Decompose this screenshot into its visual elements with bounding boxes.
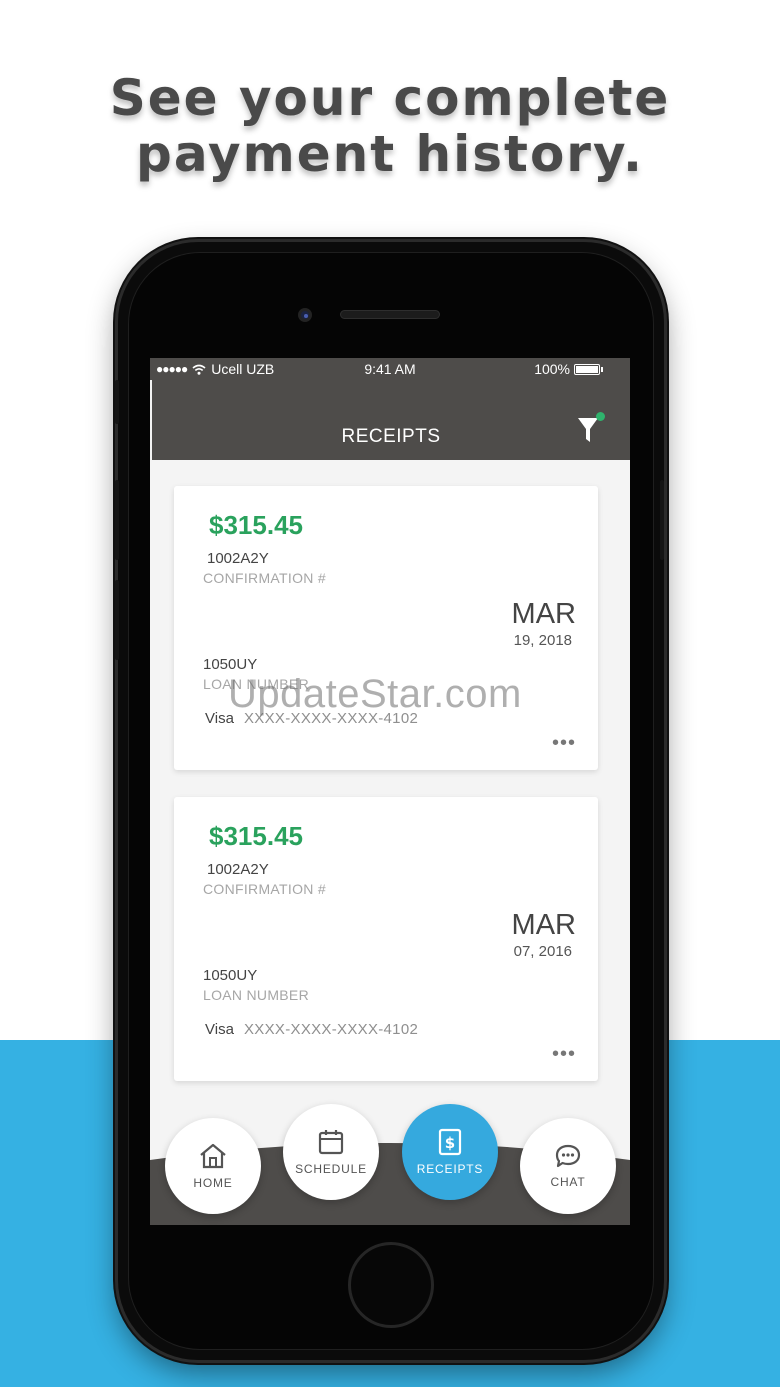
loan-number: 1050UY <box>203 656 258 673</box>
filter-active-indicator <box>596 412 605 421</box>
confirmation-label: CONFIRMATION # <box>203 570 326 586</box>
confirmation-number: 1002A2Y <box>207 861 269 878</box>
receipt-amount: $315.45 <box>209 821 303 851</box>
loan-number-label: LOAN NUMBER <box>203 676 309 692</box>
receipt-day-year: 19, 2018 <box>513 632 572 649</box>
receipt-amount: $315.45 <box>209 510 303 540</box>
status-bar: ●●●●● Ucell UZB 9:41 AM 100% <box>150 358 630 380</box>
receipts-list: $315.45 1002A2Y CONFIRMATION # MAR 19, 2… <box>150 460 630 1225</box>
home-icon <box>200 1143 226 1169</box>
confirmation-label: CONFIRMATION # <box>203 881 326 897</box>
phone-home-button[interactable] <box>348 1242 434 1328</box>
more-options-icon[interactable]: ••• <box>552 732 576 755</box>
svg-text:$: $ <box>445 1134 455 1152</box>
phone-volume-down <box>115 580 119 660</box>
front-camera <box>298 308 312 322</box>
card-brand: Visa <box>205 710 234 727</box>
chat-bubble-icon <box>555 1144 581 1168</box>
calendar-icon <box>318 1130 344 1155</box>
headline-line-2: payment history. <box>136 125 644 183</box>
nav-home-button[interactable]: HOME <box>165 1118 261 1214</box>
battery-status: 100% <box>534 361 603 377</box>
marketing-headline: See your complete payment history. <box>0 70 780 182</box>
receipt-day-year: 07, 2016 <box>513 943 572 960</box>
nav-schedule-button[interactable]: SCHEDULE <box>283 1104 379 1200</box>
phone-side-button <box>115 380 119 424</box>
earpiece-speaker <box>340 310 440 319</box>
card-number: XXXX-XXXX-XXXX-4102 <box>244 1021 419 1038</box>
nav-receipts-label: RECEIPTS <box>416 1162 484 1176</box>
filter-button[interactable] <box>576 412 606 446</box>
phone-power-button <box>660 480 664 560</box>
phone-screen: ●●●●● Ucell UZB 9:41 AM 100% RECEIPTS $3… <box>150 358 630 1225</box>
battery-icon <box>574 363 603 375</box>
loan-number-label: LOAN NUMBER <box>203 987 309 1003</box>
app-header: RECEIPTS <box>152 380 630 460</box>
receipt-card[interactable]: $315.45 1002A2Y CONFIRMATION # MAR 19, 2… <box>174 486 598 770</box>
page-title: RECEIPTS <box>341 426 441 447</box>
receipt-card[interactable]: $315.45 1002A2Y CONFIRMATION # MAR 07, 2… <box>174 797 598 1081</box>
card-brand: Visa <box>205 1021 234 1038</box>
nav-receipts-button[interactable]: $ RECEIPTS <box>402 1104 498 1200</box>
nav-schedule-label: SCHEDULE <box>295 1162 367 1176</box>
headline-line-1: See your complete <box>109 69 671 127</box>
battery-percent: 100% <box>534 361 570 377</box>
more-options-icon[interactable]: ••• <box>552 1043 576 1066</box>
phone-volume-up <box>115 480 119 560</box>
confirmation-number: 1002A2Y <box>207 550 269 567</box>
nav-chat-label: CHAT <box>550 1175 586 1189</box>
receipt-month: MAR <box>511 909 576 941</box>
receipt-month: MAR <box>511 598 576 630</box>
loan-number: 1050UY <box>203 967 258 984</box>
receipt-dollar-icon: $ <box>438 1128 462 1156</box>
card-number: XXXX-XXXX-XXXX-4102 <box>244 710 419 727</box>
nav-home-label: HOME <box>193 1176 233 1190</box>
nav-chat-button[interactable]: CHAT <box>520 1118 616 1214</box>
